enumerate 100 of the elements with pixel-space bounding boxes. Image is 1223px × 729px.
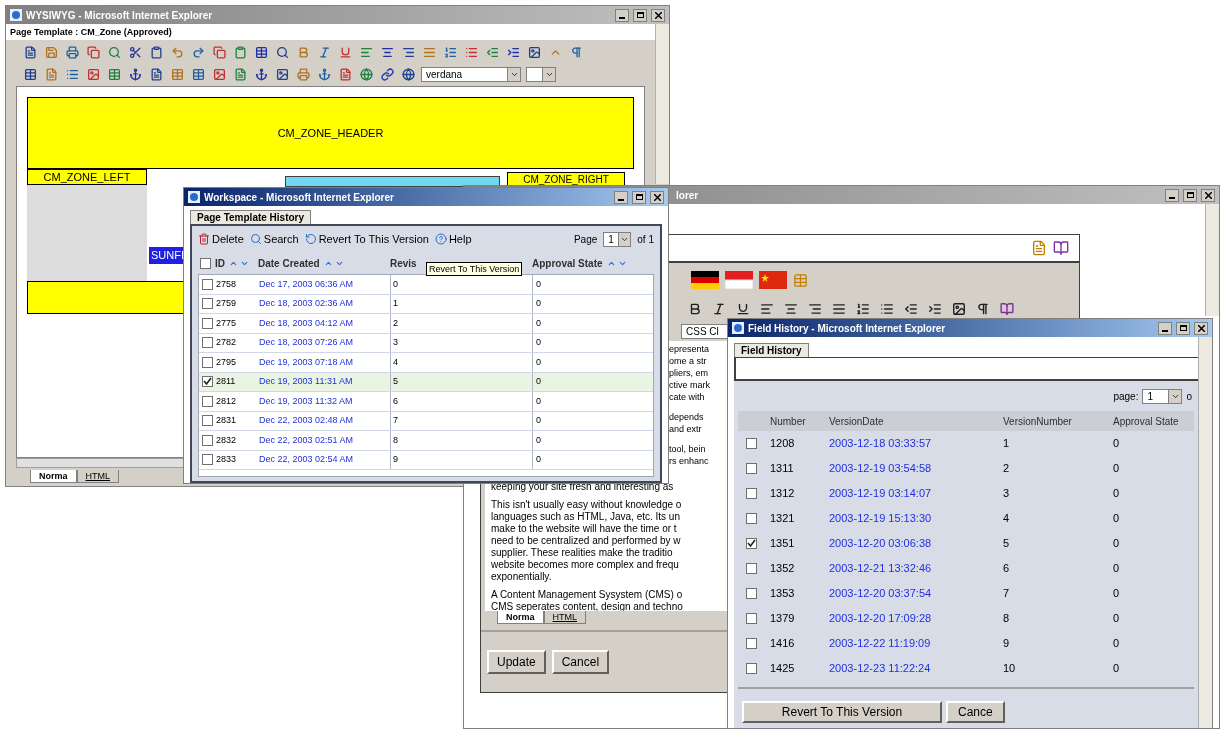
page-select[interactable]: 1 — [1142, 388, 1183, 404]
table-cell: 8 — [393, 433, 398, 447]
table-cell-text: 3 — [1003, 486, 1011, 502]
toolbar-button[interactable]: Revert To This Version — [304, 230, 429, 248]
table-cell: 2758 — [216, 277, 237, 291]
table-cell-text: 1312 — [770, 486, 796, 502]
date-link[interactable]: 2003-12-20 17:09:28 — [829, 612, 932, 625]
date-link[interactable]: 2003-12-20 03:06:38 — [829, 537, 932, 550]
toolbar-button[interactable]: Help — [434, 230, 472, 248]
table-cell-text: 1352 — [770, 561, 796, 577]
date-link[interactable]: Dec 18, 2003 04:12 AM — [259, 316, 354, 330]
table-cell: 0 — [536, 356, 541, 367]
date-link[interactable]: 2003-12-18 03:33:57 — [829, 437, 932, 450]
date-link[interactable]: Dec 22, 2003 02:48 AM — [259, 414, 354, 428]
table-row[interactable]: 2811 Dec 19, 2003 11:31 AM 5 0 — [199, 372, 653, 392]
table-row[interactable]: 2795 Dec 19, 2003 07:18 AM 4 0 — [199, 353, 653, 373]
view-tab[interactable]: HTML — [76, 470, 119, 483]
date-link[interactable]: 2003-12-19 15:13:30 — [829, 512, 932, 525]
form-button[interactable]: Revert To This Version — [742, 701, 942, 723]
text-line: pliers, em — [669, 367, 708, 379]
table-cell-text: 10 — [1003, 661, 1017, 677]
table-cell-text: 1353 — [770, 586, 796, 602]
column-header[interactable]: VersionDate — [829, 413, 1003, 429]
table-cell-text: 1208 — [770, 436, 796, 452]
table-cell: 2832 — [216, 433, 237, 447]
date-link[interactable]: Dec 18, 2003 02:36 AM — [259, 297, 354, 311]
view-tab[interactable]: HTML — [543, 611, 586, 624]
date-link[interactable]: 2003-12-22 11:19:09 — [829, 637, 931, 650]
table-cell-text: 0 — [1113, 561, 1120, 577]
select-value: verdana — [425, 67, 464, 81]
date-link[interactable]: Dec 19, 2003 11:32 AM — [259, 394, 353, 408]
table-cell: 2775 — [216, 316, 237, 330]
date-link[interactable]: Dec 22, 2003 02:51 AM — [259, 433, 354, 447]
table-cell-text: 7 — [393, 414, 398, 427]
column-header[interactable]: Date Created — [258, 255, 320, 271]
text-line: website becomes more complex and frequ — [491, 559, 679, 571]
text-line: ctive mark — [669, 379, 710, 391]
table-cell: 0 — [536, 298, 541, 308]
text-line: tool, bein — [669, 443, 706, 455]
table-cell-text: 0 — [1113, 536, 1120, 552]
table-row[interactable]: 2833 Dec 22, 2003 02:54 AM 9 0 — [199, 450, 653, 470]
toolbar-button[interactable]: Delete — [198, 230, 244, 248]
column-header[interactable]: Number — [770, 413, 829, 429]
font-select[interactable]: verdana — [421, 66, 521, 82]
table-cell: 4 — [393, 355, 398, 369]
text-line: rs enhanc — [669, 455, 709, 467]
history-tab[interactable]: Page Template History — [190, 210, 312, 224]
table-cell-text: 1311 — [770, 461, 795, 477]
zone-header: CM_ZONE_HEADER — [27, 97, 634, 169]
tooltip: Revert To This Version — [426, 262, 523, 276]
table-cell: 2812 — [216, 394, 237, 408]
form-button[interactable]: Cance — [946, 701, 1005, 723]
table-row[interactable]: 2832 Dec 22, 2003 02:51 AM 8 0 — [199, 431, 653, 451]
table-row[interactable]: 2831 Dec 22, 2003 02:48 AM 7 0 — [199, 411, 653, 431]
date-link[interactable]: Dec 19, 2003 11:31 AM — [259, 375, 353, 389]
date-link[interactable]: 2003-12-19 03:54:58 — [829, 462, 932, 475]
column-header[interactable]: Approval State — [532, 255, 603, 271]
column-header[interactable]: VersionNumber — [1003, 413, 1113, 429]
table-row[interactable]: 2775 Dec 18, 2003 04:12 AM 2 0 — [199, 314, 653, 334]
table-row[interactable]: 2782 Dec 18, 2003 07:26 AM 3 0 — [199, 333, 653, 353]
toolbar-button[interactable]: Search — [249, 230, 299, 248]
date-link[interactable]: 2003-12-20 03:37:54 — [829, 587, 932, 600]
table-cell-text: 0 — [1113, 486, 1120, 502]
date-link[interactable]: 2003-12-19 03:14:07 — [829, 487, 932, 500]
selected-text: SUNFI — [149, 247, 186, 264]
form-button[interactable]: Cancel — [551, 650, 610, 674]
view-tab[interactable]: Norma — [497, 611, 544, 624]
table-row[interactable]: 2812 Dec 19, 2003 11:32 AM 6 0 — [199, 392, 653, 412]
date-link[interactable]: Dec 18, 2003 07:26 AM — [259, 336, 354, 350]
column-header[interactable]: Revis — [390, 255, 417, 271]
date-link[interactable]: Dec 19, 2003 07:18 AM — [259, 355, 354, 369]
form-button[interactable]: Update — [487, 650, 546, 674]
table-cell-text: 4 — [1003, 511, 1011, 527]
column-header[interactable]: ID — [215, 255, 225, 271]
zone-left: CM_ZONE_LEFT — [27, 169, 147, 185]
table-cell-text: 2759 — [216, 297, 237, 310]
table-cell: 2 — [393, 316, 398, 330]
table-cell-text: 7 — [1003, 586, 1011, 602]
table-cell-text: 0 — [1113, 436, 1120, 452]
view-tab[interactable]: Norma — [30, 470, 77, 483]
history-tab[interactable]: Field History — [734, 343, 809, 357]
page-total: o — [1186, 389, 1192, 404]
table-cell-text: 1425 — [770, 661, 796, 677]
text-line: ome a str — [669, 355, 707, 367]
text-line: exponentially. — [491, 571, 552, 583]
select-value: 1 — [1146, 389, 1154, 403]
date-link[interactable]: 2003-12-23 11:22:24 — [829, 662, 931, 675]
page-template-label: Page Template : CM_Zone (Approved) — [6, 24, 655, 40]
table-row[interactable]: 2759 Dec 18, 2003 02:36 AM 1 0 — [199, 294, 653, 314]
table-cell: 0 — [536, 376, 541, 386]
table-row[interactable]: 2758 Dec 17, 2003 06:36 AM 0 0 — [199, 275, 653, 295]
column-header[interactable]: Approval State — [1113, 413, 1179, 429]
date-link[interactable]: Dec 17, 2003 06:36 AM — [259, 277, 354, 291]
date-link[interactable]: Dec 22, 2003 02:54 AM — [259, 453, 354, 467]
table-cell-text: 1416 — [770, 636, 796, 652]
date-link[interactable]: 2003-12-21 13:32:46 — [829, 562, 932, 575]
page-select[interactable]: 1 — [603, 231, 632, 247]
table-cell: 0 — [536, 395, 541, 406]
table-cell-text: 9 — [393, 453, 398, 466]
select-value: 1 — [607, 232, 615, 246]
